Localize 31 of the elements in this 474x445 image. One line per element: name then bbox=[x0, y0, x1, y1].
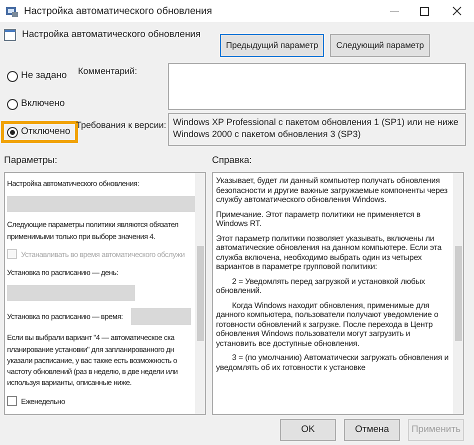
radio-option[interactable]: Отключено bbox=[1, 121, 78, 143]
comment-field[interactable] bbox=[168, 63, 466, 110]
scroll-thumb[interactable] bbox=[196, 246, 204, 341]
close-icon[interactable] bbox=[452, 6, 462, 16]
help-paragraph: 2 = Уведомлять перед загрузкой и установкой любых обновлений. bbox=[216, 276, 426, 296]
radio-option[interactable]: Не задано bbox=[4, 65, 74, 87]
checkbox[interactable] bbox=[7, 396, 17, 406]
navigation-button[interactable]: Следующий параметр bbox=[330, 34, 430, 57]
dropdown[interactable] bbox=[7, 196, 195, 212]
policy-icon bbox=[4, 29, 16, 41]
scrollbar[interactable] bbox=[195, 173, 205, 414]
dialog-button[interactable]: OK bbox=[280, 419, 336, 441]
settings-window-icon bbox=[6, 6, 19, 16]
dropdown[interactable] bbox=[7, 285, 135, 302]
policy-title: Настройка автоматического обновления bbox=[22, 28, 201, 42]
help-paragraph: 3 = (по умолчанию) Автоматически загружать обновления и уведомлять об их готовности к установке bbox=[216, 353, 450, 372]
window-title: Настройка автоматического обновления bbox=[24, 4, 212, 18]
requirements-field: Windows XP Professional с пакетом обновления 1 (SP1) или не ниже Windows 2000 с пакетом обновления 3 (SP3) bbox=[168, 113, 466, 146]
radio-option[interactable]: Включено bbox=[4, 93, 74, 115]
help-paragraph: Этот параметр политики позволяет указывать, включены ли автоматические обновления на данном компьютере. Если эта служба включена, необходимо выбрать один из четырех вариантов в параметре групповой политики: bbox=[216, 234, 443, 272]
scroll-thumb[interactable] bbox=[454, 246, 462, 341]
comment-label: Комментарий: bbox=[77, 65, 138, 78]
dialog-button[interactable]: Отмена bbox=[344, 419, 400, 441]
help-paragraph: Указывает, будет ли данный компьютер получать обновления безопасности и другие важные загружаемые компоненты через службу автоматического обновления Windows. bbox=[216, 176, 449, 204]
time-field[interactable] bbox=[130, 308, 191, 326]
help-paragraph: Примечание. Этот параметр политики не применяется в Windows RT. bbox=[216, 210, 422, 228]
options-label: Параметры: bbox=[4, 154, 58, 168]
scrollbar[interactable] bbox=[453, 173, 463, 414]
help-paragraph: Когда Windows находит обновления, применимые для данного компьютера, пользователи получают уведомление о готовности обновлений к загрузке. После перехода в Центр обновления Windows пользователи могут загрузить и установить все доступные обновления. bbox=[216, 300, 440, 348]
help-label: Справка: bbox=[212, 154, 253, 168]
navigation-button[interactable]: Предыдущий параметр bbox=[220, 34, 324, 57]
